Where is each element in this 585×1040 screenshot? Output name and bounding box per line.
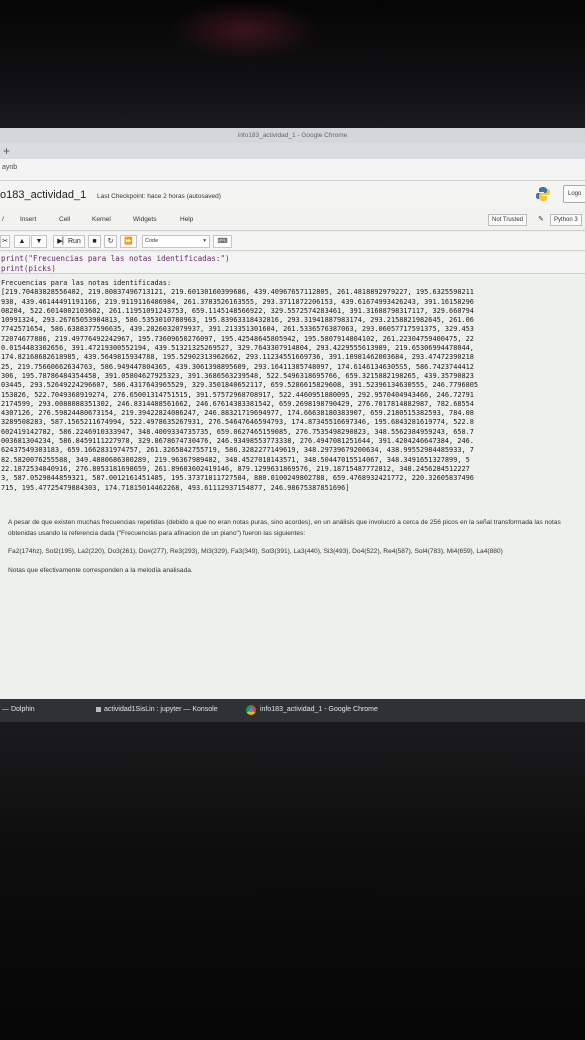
fast-forward-icon[interactable]: ⏩: [120, 235, 137, 248]
bookmark-item[interactable]: aynb: [2, 164, 17, 171]
notebook-header: o183_actividad_1 Last Checkpoint: hace 2…: [0, 181, 585, 209]
chevron-down-icon: ▾: [203, 238, 206, 244]
taskbar: — Dolphin actividad1SisLin : jupyter — K…: [0, 699, 585, 722]
move-down-icon[interactable]: ▼: [31, 235, 47, 248]
not-trusted-badge[interactable]: Not Trusted: [488, 214, 528, 226]
pencil-icon[interactable]: ✎: [538, 215, 544, 223]
notebook-name[interactable]: o183_actividad_1: [0, 189, 86, 201]
room-background-bottom: [0, 722, 585, 1040]
kernel-indicator: Python 3: [550, 214, 582, 226]
ambient-light: [170, 0, 320, 60]
code-cell[interactable]: print("Frecuencias para las notas identi…: [0, 253, 585, 274]
menu-insert[interactable]: Insert: [20, 216, 36, 223]
taskbar-konsole[interactable]: actividad1SisLin : jupyter — Konsole: [104, 706, 218, 713]
python-logo-icon: [536, 187, 550, 201]
new-tab-icon[interactable]: +: [3, 144, 10, 158]
restart-icon[interactable]: ↻: [104, 235, 117, 248]
move-up-icon[interactable]: ▲: [14, 235, 30, 248]
notes-list: Fa2(174hz), Sol2(195), La2(220), Do3(261…: [8, 548, 503, 555]
menu-widgets[interactable]: Widgets: [133, 216, 156, 223]
bookmarks-bar: aynb: [0, 159, 585, 181]
cell-output: Frecuencias para las notas identificadas…: [0, 275, 585, 515]
stop-icon[interactable]: ■: [88, 235, 101, 248]
menu-cell[interactable]: Cell: [59, 216, 70, 223]
menu-help[interactable]: Help: [180, 216, 193, 223]
monitor-screen: info183_actividad_1 - Google Chrome + ay…: [0, 128, 585, 722]
checkpoint-text: Last Checkpoint: hace 2 horas: [97, 193, 185, 200]
autosave-text: (autosaved): [186, 193, 221, 200]
window-title: info183_actividad_1 - Google Chrome: [0, 128, 585, 143]
conclusion-text: Notas que efectivamente corresponden a l…: [8, 566, 193, 574]
menu-kernel[interactable]: Kernel: [92, 216, 111, 223]
logout-button[interactable]: Logo: [563, 185, 585, 203]
markdown-paragraph: A pesar de que existen muchas frecuencia…: [8, 519, 561, 537]
keyboard-icon[interactable]: ⌨: [213, 235, 232, 248]
run-label: Run: [67, 238, 81, 245]
run-button[interactable]: ▶▏Run: [53, 235, 85, 248]
markdown-cell: A pesar de que existen muchas frecuencia…: [8, 518, 580, 584]
run-icon: ▶▏: [57, 238, 68, 245]
checkpoint-status: Last Checkpoint: hace 2 horas (autosaved…: [97, 193, 221, 200]
cell-type-value: Code: [145, 238, 159, 244]
notebook-toolbar: ✂ ▲ ▼ ▶▏Run ■ ↻ ⏩ Code ▾ ⌨: [0, 232, 585, 251]
menu-edge-mark: /: [2, 216, 4, 223]
menu-bar: / Insert Cell Kernel Widgets Help Not Tr…: [0, 210, 585, 231]
taskbar-chrome[interactable]: info183_actividad_1 - Google Chrome: [260, 706, 378, 713]
code-input[interactable]: print("Frecuencias para las notas identi…: [0, 253, 585, 273]
tab-strip: +: [0, 143, 585, 159]
output-text: Frecuencias para las notas identificadas…: [1, 279, 479, 492]
cell-type-select[interactable]: Code ▾: [142, 235, 210, 248]
chrome-icon: [246, 705, 256, 715]
taskbar-dolphin[interactable]: — Dolphin: [2, 706, 35, 713]
cut-icon[interactable]: ✂: [0, 235, 10, 248]
konsole-icon: [96, 707, 101, 712]
